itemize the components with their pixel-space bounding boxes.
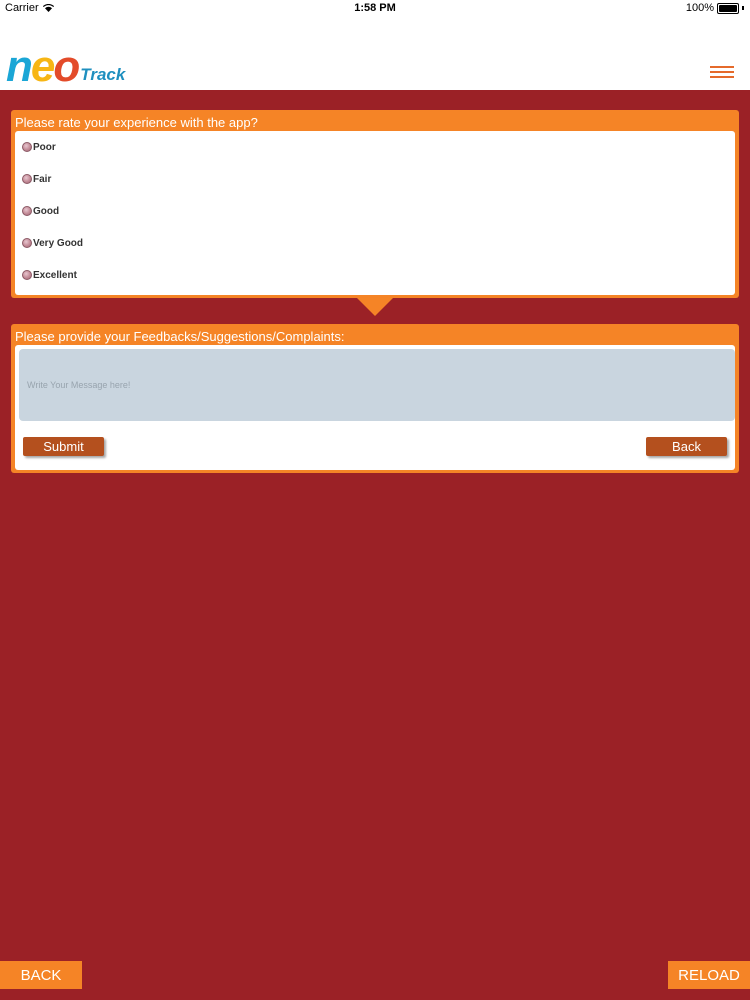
rating-options: Poor Fair Good Very Good Excellent (15, 131, 735, 295)
radio-button[interactable] (22, 206, 32, 216)
app-header: neo Track (0, 18, 750, 90)
rating-option-label: Poor (33, 141, 56, 153)
radio-button[interactable] (22, 270, 32, 280)
message-input[interactable] (19, 349, 735, 421)
rating-option-very-good[interactable]: Very Good (15, 227, 735, 259)
logo-neo-text: neo (6, 42, 80, 91)
submit-button[interactable]: Submit (23, 437, 104, 456)
battery-cap (742, 6, 744, 10)
rating-option-fair[interactable]: Fair (15, 163, 735, 195)
status-bar: Carrier 1:58 PM 100% (0, 0, 750, 18)
back-button[interactable]: Back (646, 437, 727, 456)
rating-option-label: Good (33, 205, 60, 217)
feedback-title: Please provide your Feedbacks/Suggestion… (15, 329, 345, 344)
rating-panel: Please rate your experience with the app… (11, 110, 739, 298)
rating-option-good[interactable]: Good (15, 195, 735, 227)
footer-reload-button[interactable]: RELOAD (668, 961, 750, 989)
hamburger-menu-icon[interactable] (710, 66, 734, 80)
rating-option-excellent[interactable]: Excellent (15, 259, 735, 291)
rating-title: Please rate your experience with the app… (15, 115, 258, 130)
radio-button[interactable] (22, 238, 32, 248)
down-arrow-connector (357, 298, 393, 316)
radio-button[interactable] (22, 174, 32, 184)
rating-option-poor[interactable]: Poor (15, 131, 735, 163)
rating-option-label: Fair (33, 173, 52, 185)
rating-option-label: Very Good (33, 237, 84, 249)
feedback-body: Submit Back (15, 345, 735, 470)
battery-icon (717, 2, 739, 14)
neotrack-logo: neo Track (6, 42, 126, 91)
logo-track-text: Track (80, 65, 126, 84)
feedback-panel: Please provide your Feedbacks/Suggestion… (11, 324, 739, 473)
radio-button[interactable] (22, 142, 32, 152)
battery-info: 100% (686, 2, 744, 14)
footer-back-button[interactable]: BACK (0, 961, 82, 989)
status-time: 1:58 PM (354, 2, 396, 14)
battery-label: 100% (685, 2, 714, 14)
rating-option-label: Excellent (33, 269, 77, 281)
